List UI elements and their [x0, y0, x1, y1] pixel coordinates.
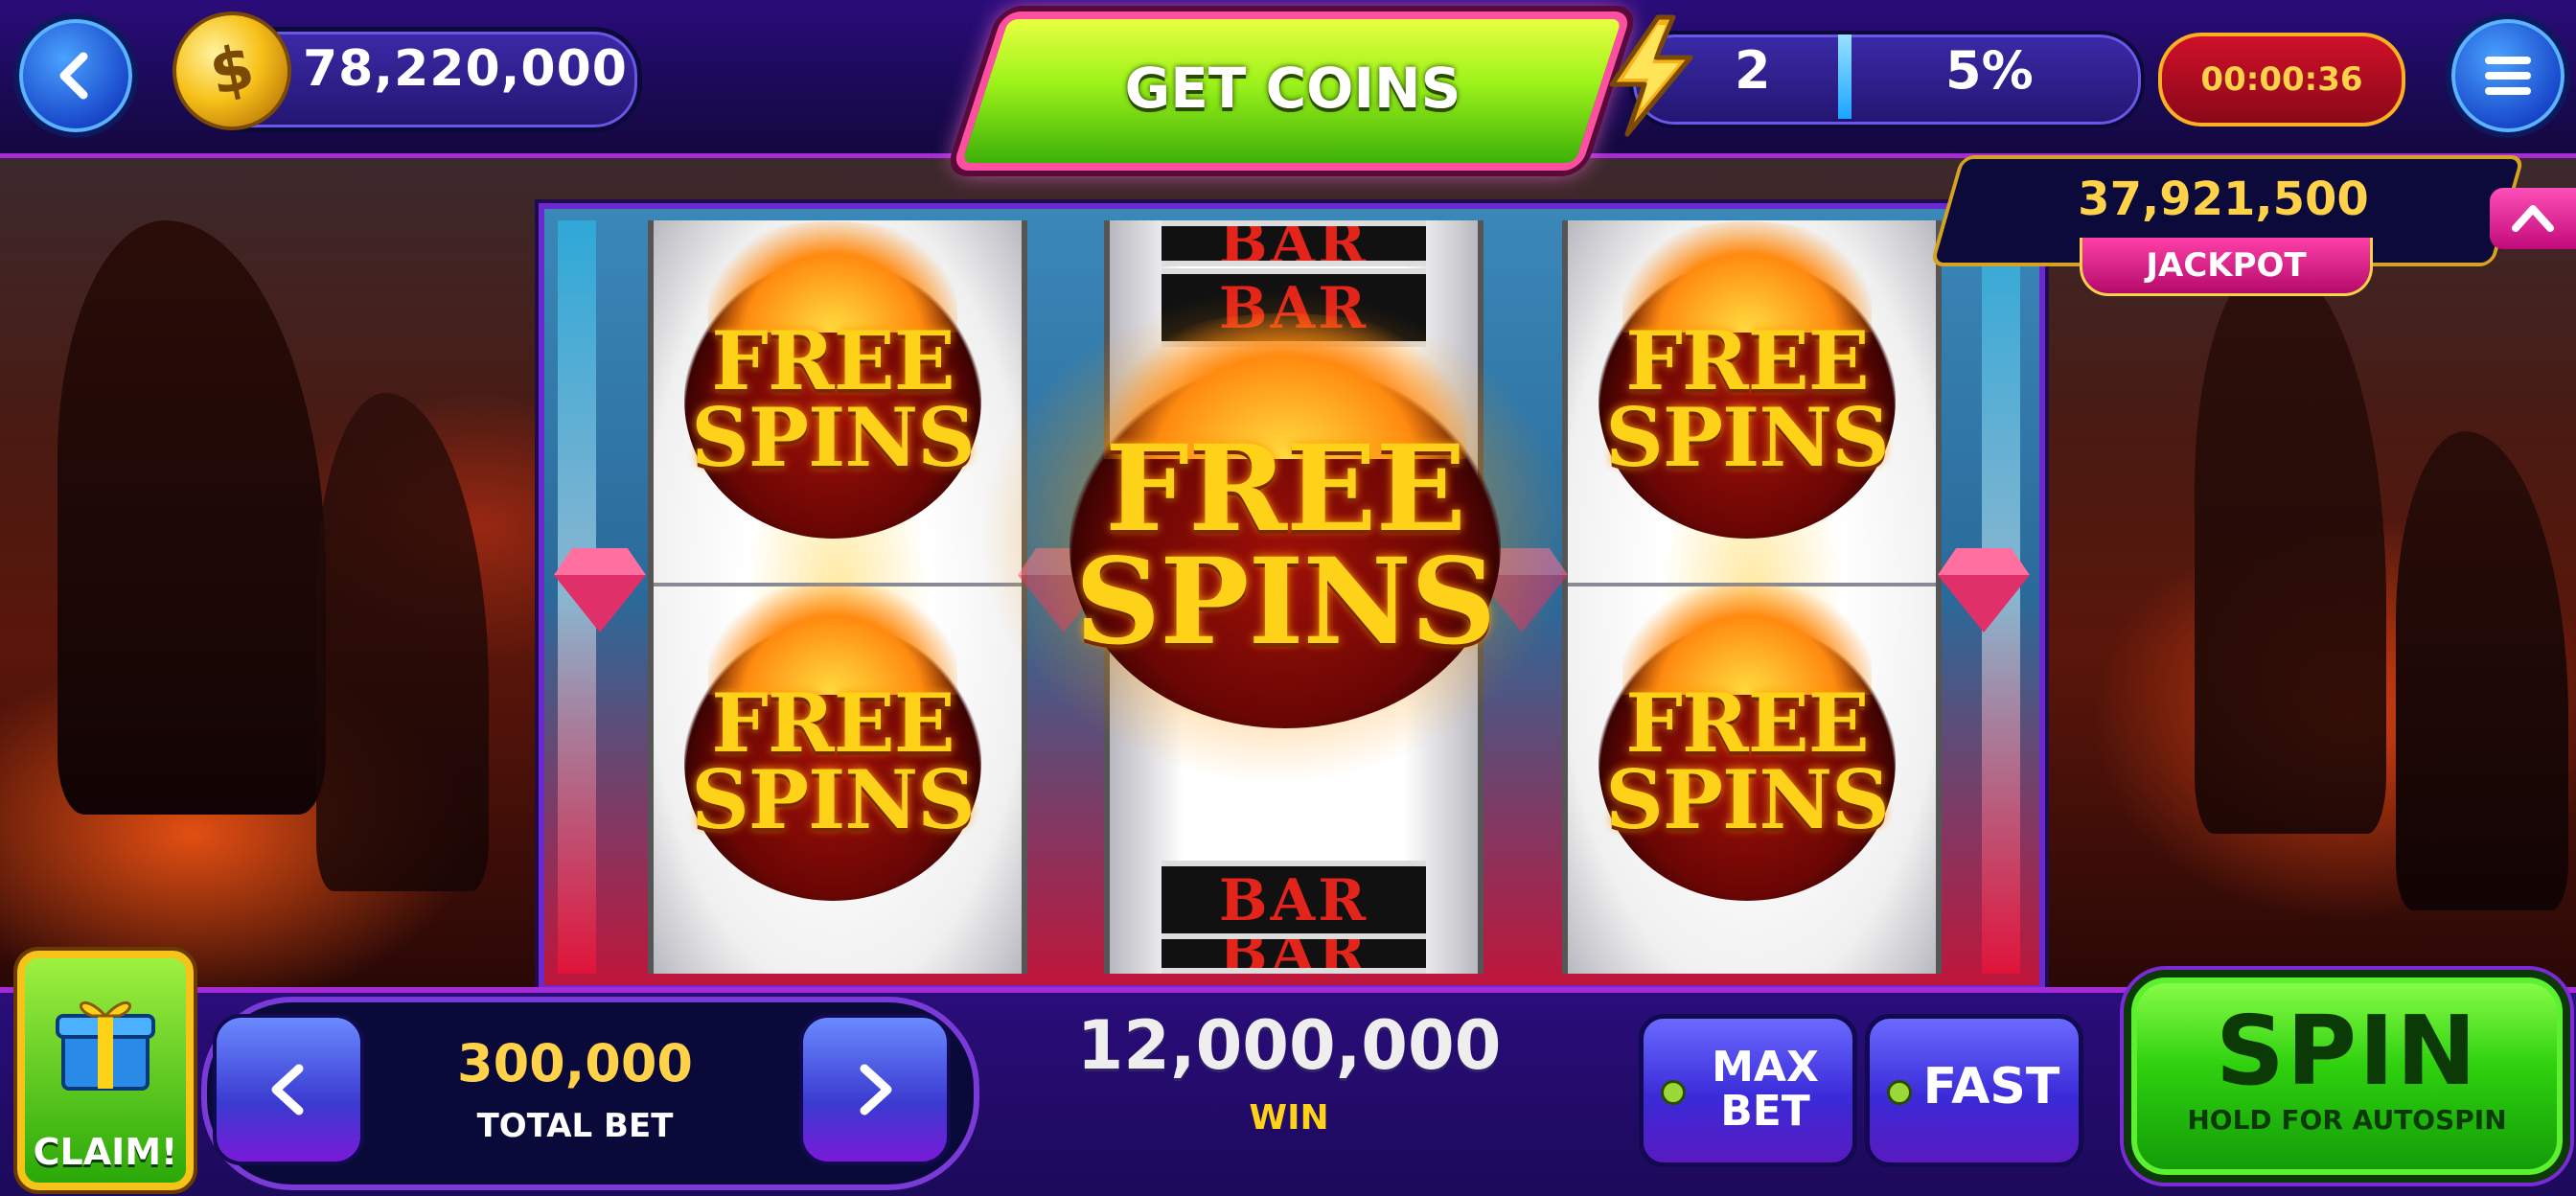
hamburger-menu-icon — [2485, 57, 2531, 95]
get-coins-label: GET COINS — [1124, 56, 1461, 121]
chevron-right-icon — [860, 1064, 892, 1116]
symbol-text-free: FREE — [1625, 676, 1869, 771]
free-spins-symbol-large: FREE SPINS — [1070, 312, 1501, 728]
diamond-gem-icon — [1938, 575, 2030, 632]
win-label: WIN — [1249, 1098, 1329, 1138]
spin-button[interactable]: SPIN HOLD FOR AUTOSPIN — [2124, 970, 2570, 1183]
bar-symbol: BAR — [1162, 220, 1426, 266]
bar-symbol: BAR — [1162, 861, 1426, 939]
free-spins-symbol: FREE SPINS — [1598, 221, 1896, 539]
symbol-text-spins: SPINS — [691, 390, 976, 485]
symbol-text-free: FREE — [711, 313, 954, 409]
spin-sub-label: HOLD FOR AUTOSPIN — [2187, 1104, 2507, 1136]
total-bet-value: 300,000 — [457, 1033, 693, 1093]
max-bet-label-line2: BET — [1720, 1087, 1810, 1136]
bet-increase-button[interactable] — [799, 1014, 951, 1165]
free-spins-symbol: FREE SPINS — [1598, 584, 1896, 901]
max-bet-label-line1: MAX — [1712, 1043, 1819, 1092]
lightning-bolt-icon — [1609, 14, 1693, 137]
rock-pillar-right-2 — [2396, 431, 2568, 910]
symbol-text-free: FREE — [711, 676, 954, 771]
toggle-indicator — [1661, 1080, 1686, 1105]
win-amount: 12,000,000 — [1076, 1006, 1502, 1085]
bar-symbol: BAR — [1162, 933, 1426, 974]
level-progress-percent: 5% — [1945, 40, 2034, 101]
symbol-text-spins: SPINS — [1074, 533, 1497, 672]
reel-1: FREE SPINS FREE SPINS — [648, 220, 1027, 974]
max-bet-button[interactable]: MAX BET — [1639, 1014, 1857, 1167]
total-bet-label: TOTAL BET — [476, 1107, 674, 1145]
symbol-text-free: FREE — [1104, 420, 1466, 560]
level-number: 2 — [1735, 40, 1771, 101]
rock-pillar-left-2 — [316, 393, 489, 891]
jackpot-collapse-button[interactable] — [2490, 188, 2576, 249]
fast-label: FAST — [1922, 1058, 2060, 1116]
claim-label: CLAIM! — [33, 1131, 178, 1173]
reel-3: FREE SPINS FREE SPINS — [1562, 220, 1942, 974]
free-spins-symbol: FREE SPINS — [684, 584, 981, 901]
bonus-timer[interactable]: 00:00:36 — [2158, 33, 2405, 126]
diamond-gem-icon — [554, 575, 646, 632]
free-spins-symbol: FREE SPINS — [684, 221, 981, 539]
back-button[interactable] — [13, 13, 138, 138]
coin-balance: 78,220,000 — [303, 40, 628, 98]
symbol-text-spins: SPINS — [691, 752, 976, 847]
symbol-text-spins: SPINS — [1605, 752, 1890, 847]
rock-pillar-left — [58, 220, 326, 815]
chevron-up-icon — [2512, 205, 2554, 232]
spin-label: SPIN — [2215, 995, 2479, 1107]
rock-pillar-right — [2195, 259, 2386, 834]
symbol-text-spins: SPINS — [1605, 390, 1890, 485]
fast-button[interactable]: FAST — [1865, 1014, 2083, 1167]
level-progress-pill[interactable] — [1629, 31, 2145, 128]
level-progress-bar — [1838, 34, 1852, 119]
jackpot-value: 37,921,500 — [2078, 172, 2369, 226]
bet-decrease-button[interactable] — [213, 1014, 364, 1165]
jackpot-label: JACKPOT — [2080, 238, 2373, 296]
gift-box-icon — [56, 1001, 155, 1091]
get-coins-button[interactable]: GET COINS — [952, 12, 1632, 171]
chevron-left-icon — [59, 52, 88, 100]
claim-button[interactable]: CLAIM! — [17, 951, 194, 1190]
symbol-text-free: FREE — [1625, 313, 1869, 409]
chevron-left-icon — [271, 1064, 304, 1116]
menu-button[interactable] — [2446, 13, 2570, 138]
toggle-indicator — [1887, 1080, 1912, 1105]
